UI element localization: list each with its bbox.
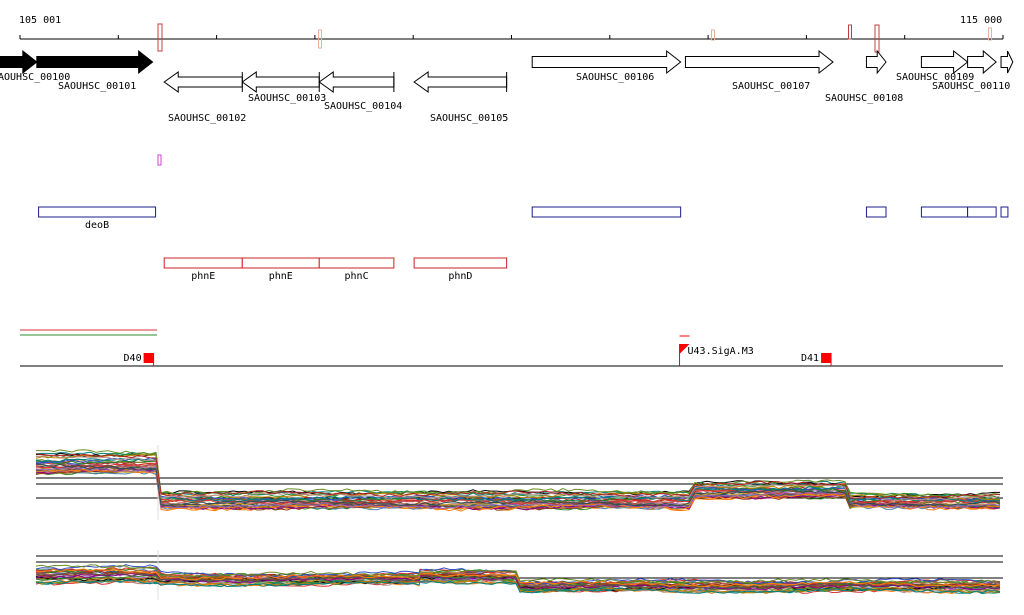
- gene-label-saouhsc_00107: SAOUHSC_00107: [732, 81, 810, 92]
- coordinate-ruler: 105 001 115 000: [19, 15, 1004, 53]
- gene-label-saouhsc_00101: SAOUHSC_00101: [58, 81, 136, 92]
- gene-arrow-saouhsc_00100[interactable]: [0, 49, 38, 75]
- blue-feature-box[interactable]: [531, 206, 682, 218]
- blue-feature-label: deoB: [85, 220, 109, 231]
- marker-track[interactable]: D40 U43.SigA.M3 D41: [20, 329, 1003, 367]
- marker-block[interactable]: [821, 353, 832, 363]
- red-feature-box[interactable]: [413, 257, 508, 269]
- genome-browser-canvas[interactable]: 105 001 115 000 AOUHSC_00100SAOUHSC_0010…: [0, 0, 1024, 611]
- expression-panel-2: [35, 550, 1003, 600]
- blue-feature-box[interactable]: [967, 206, 997, 218]
- ruler-end-label: 115 000: [960, 15, 1002, 26]
- gene-arrow-saouhsc_00103[interactable]: [241, 71, 320, 93]
- gene-arrow-saouhsc_00110[interactable]: [967, 49, 997, 75]
- marker-block[interactable]: [143, 353, 154, 363]
- red-feature-box[interactable]: [241, 257, 320, 269]
- gene-track[interactable]: AOUHSC_00100SAOUHSC_00101SAOUHSC_00102SA…: [0, 49, 1014, 166]
- red-feature-label: phnE: [269, 271, 293, 282]
- gene-arrow-saouhsc_00105[interactable]: [413, 71, 508, 93]
- red-feature-box[interactable]: [318, 257, 395, 269]
- red-feature-label: phnD: [448, 271, 472, 282]
- ruler-highlight-mark: [848, 24, 852, 40]
- blue-feature-box[interactable]: [920, 206, 969, 218]
- blue-feature-box[interactable]: [865, 206, 887, 218]
- gene-arrow-saouhsc_00111[interactable]: [1000, 50, 1014, 74]
- red-feature-label: phnC: [345, 271, 369, 282]
- marker-label: U43.SigA.M3: [688, 346, 754, 357]
- red-feature-label: phnE: [191, 271, 215, 282]
- gene-label-saouhsc_00110: SAOUHSC_00110: [932, 81, 1010, 92]
- gene-label-saouhsc_00105: SAOUHSC_00105: [430, 113, 508, 124]
- gene-arrow-saouhsc_00109[interactable]: [920, 49, 969, 75]
- gene-label-saouhsc_00103: SAOUHSC_00103: [248, 93, 326, 104]
- gene-label-saouhsc_00102: SAOUHSC_00102: [168, 113, 246, 124]
- ruler-highlight-mark: [988, 27, 992, 41]
- red-feature-box[interactable]: [163, 257, 243, 269]
- blue-feature-box[interactable]: [38, 206, 157, 218]
- genome-browser-view[interactable]: 105 001 115 000 AOUHSC_00100 SAOUHSC_0010…: [0, 0, 1024, 611]
- expression-trace: [35, 453, 1001, 500]
- magenta-feature-mark: [157, 154, 162, 166]
- marker-label: D40: [124, 353, 142, 364]
- expression-trace: [35, 449, 1001, 498]
- gene-arrow-saouhsc_00101[interactable]: [36, 49, 154, 75]
- gene-arrow-saouhsc_00102[interactable]: [163, 71, 243, 93]
- gene-arrow-saouhsc_00106[interactable]: [531, 49, 682, 75]
- ruler-start-label: 105 001: [19, 15, 61, 26]
- marker-label: D41: [801, 353, 819, 364]
- gene-arrow-saouhsc_00108[interactable]: [865, 49, 887, 75]
- gene-arrow-saouhsc_00107[interactable]: [684, 49, 834, 75]
- blue-feature-track[interactable]: deoB: [38, 206, 1009, 231]
- gene-label-saouhsc_00108: SAOUHSC_00108: [825, 93, 903, 104]
- red-feature-track[interactable]: phnE phnE phnC phnD: [163, 257, 508, 282]
- gene-arrow-saouhsc_00104[interactable]: [318, 71, 395, 93]
- gene-label-saouhsc_00106: SAOUHSC_00106: [576, 72, 654, 83]
- ruler-highlight-mark: [157, 23, 163, 52]
- expression-panel-1: [35, 445, 1003, 520]
- blue-feature-box[interactable]: [1000, 206, 1009, 218]
- gene-label-saouhsc_00104: SAOUHSC_00104: [324, 101, 402, 112]
